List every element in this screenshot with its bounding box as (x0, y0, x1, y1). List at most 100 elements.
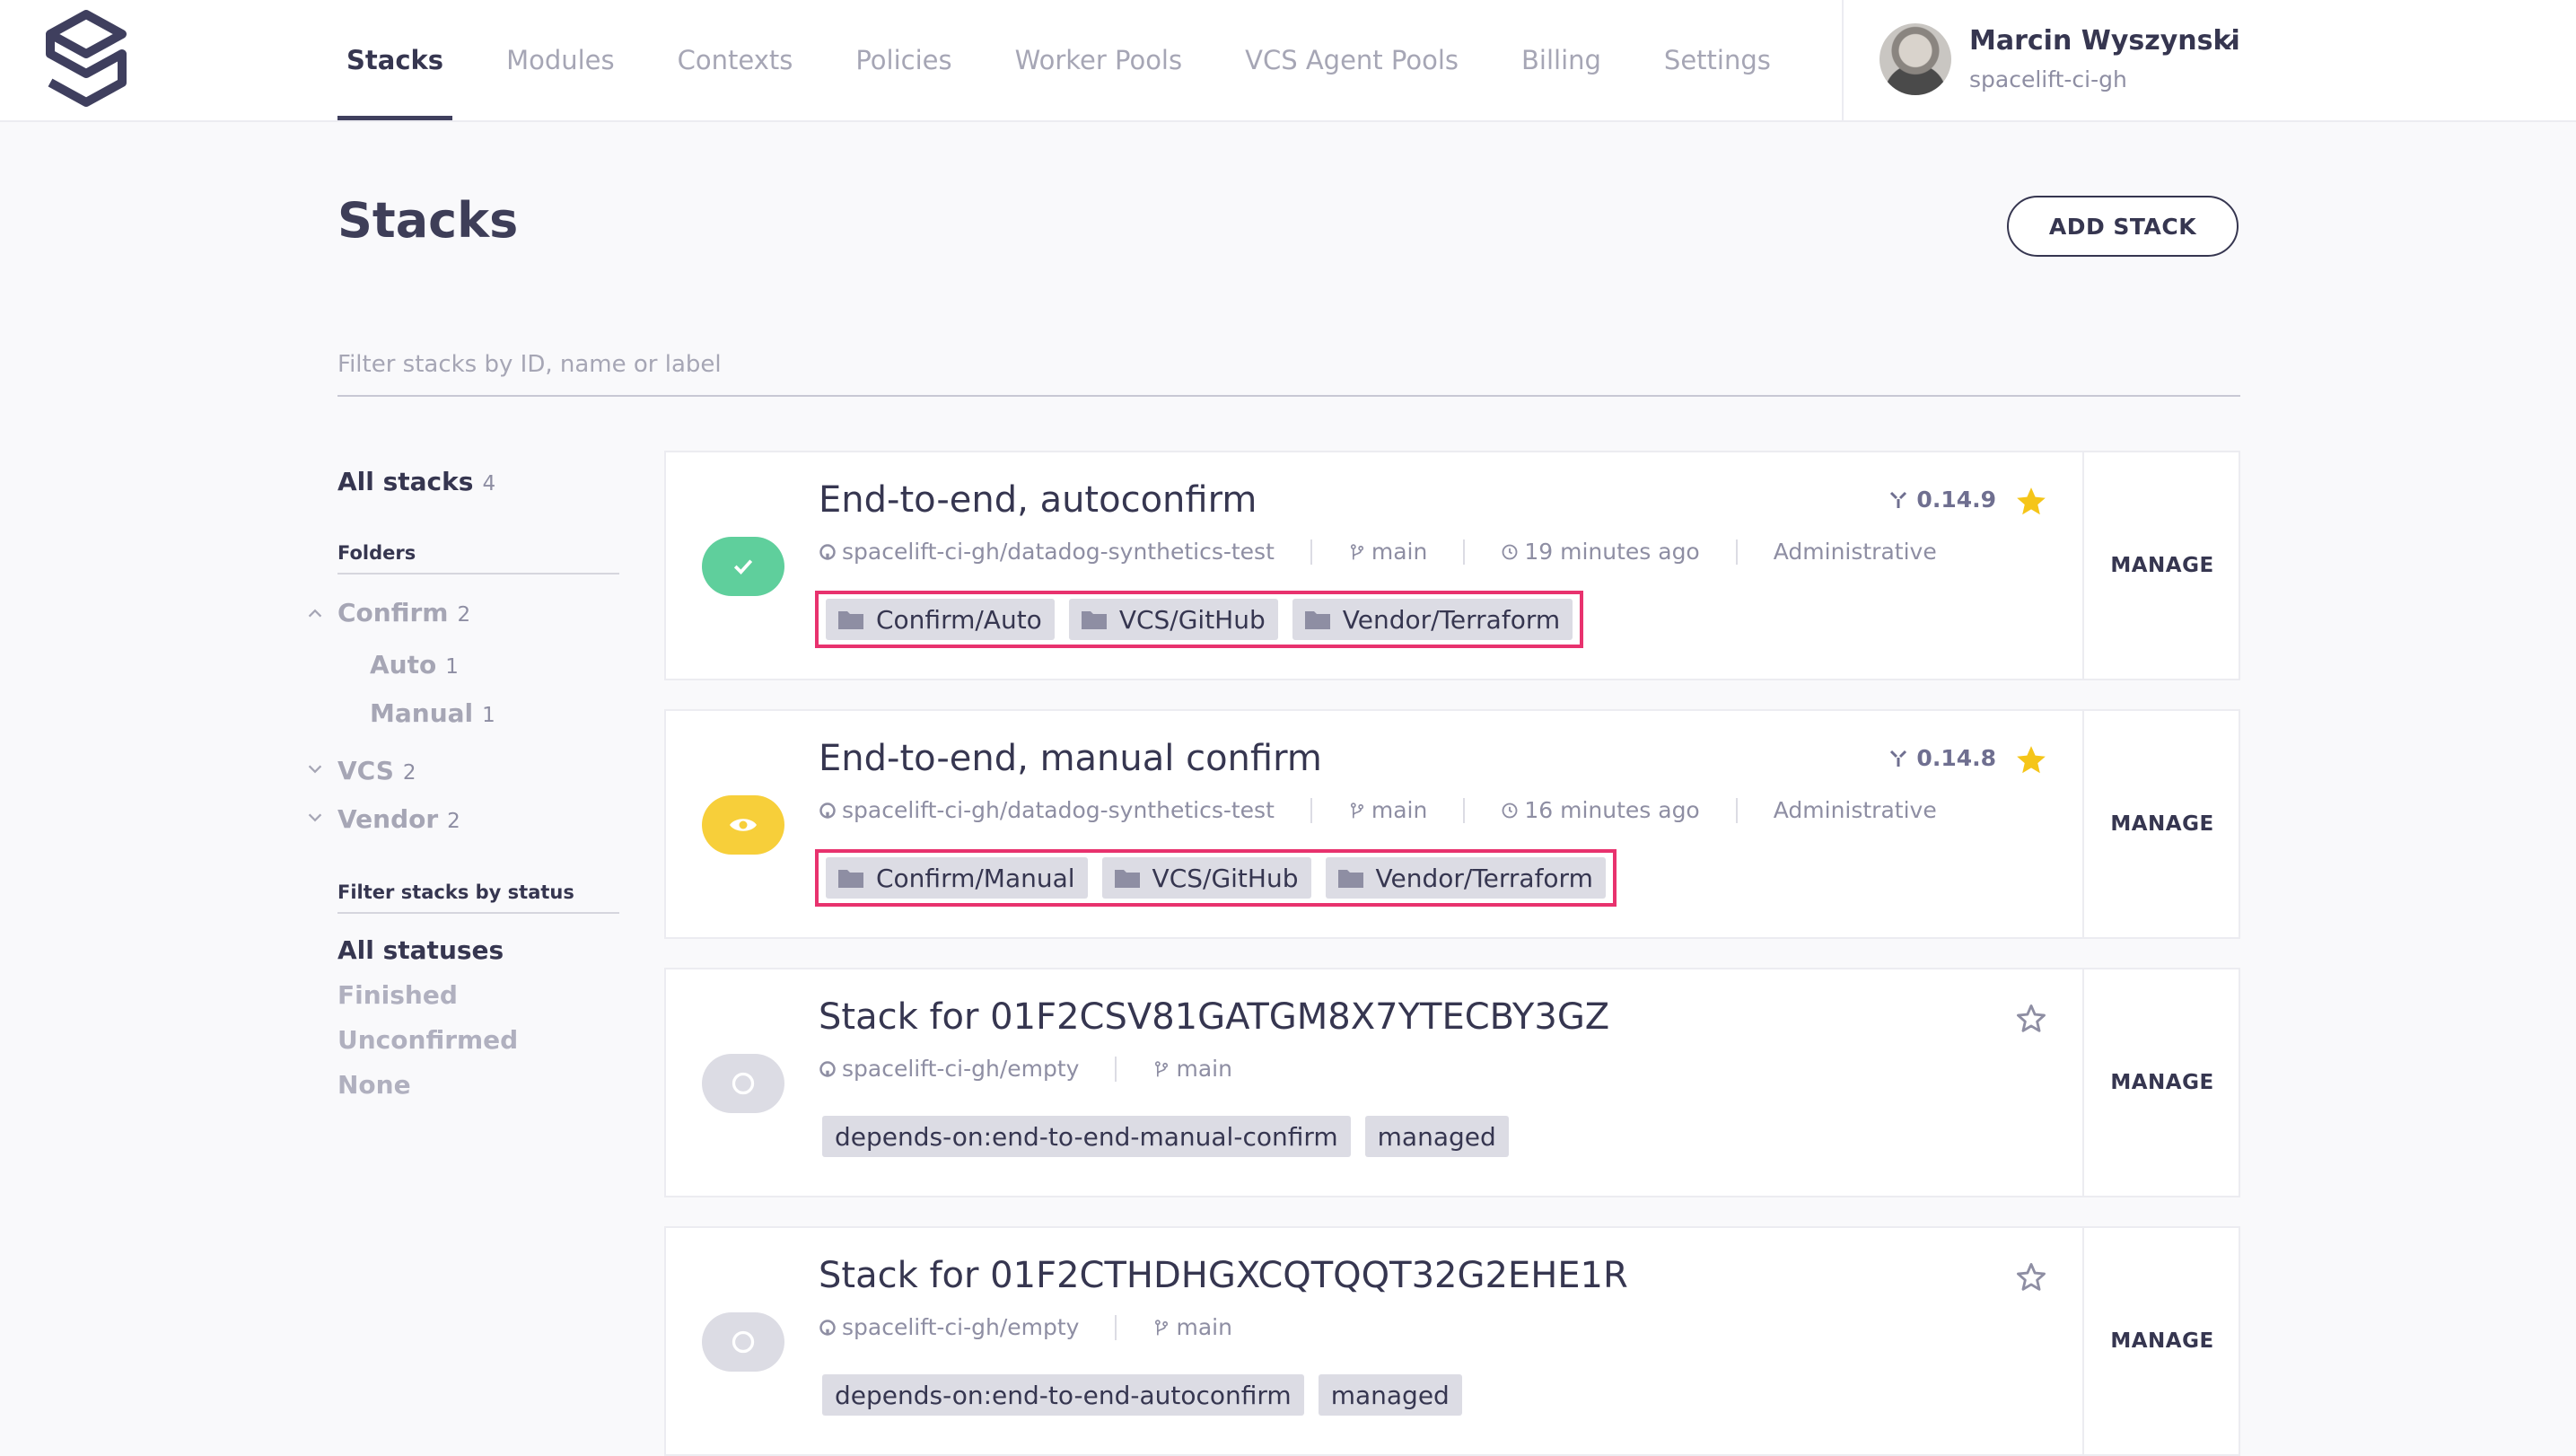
administrative-flag: Administrative (1773, 539, 1937, 565)
manage-button[interactable]: MANAGE (2084, 1228, 2240, 1454)
folder-label-tag[interactable]: Vendor/Terraform (1325, 857, 1606, 899)
terraform-version: 0.14.9 (1888, 487, 1996, 513)
folder-confirm-manual[interactable]: Manual 1 (370, 698, 495, 728)
folder-label: Confirm (337, 598, 449, 627)
folder-confirm[interactable]: Confirm 2 (337, 598, 470, 627)
folder-label-tag[interactable]: Vendor/Terraform (1292, 599, 1573, 640)
manage-button[interactable]: MANAGE (2084, 711, 2240, 937)
nav-stacks[interactable]: Stacks (337, 0, 453, 120)
branch: main (1348, 539, 1427, 565)
spacelift-logo-icon[interactable] (39, 9, 133, 108)
meta-divider (1463, 797, 1466, 823)
stack-name[interactable]: End-to-end, manual confirm (819, 738, 1322, 779)
stack-card[interactable]: Stack for 01F2CTHDHGXCQTQQT32G2EHE1R spa… (664, 1226, 2240, 1456)
folders-heading: Folders (337, 542, 619, 575)
label-tag[interactable]: depends-on:end-to-end-manual-confirm (822, 1116, 1351, 1157)
meta-divider (1310, 539, 1312, 565)
branch-icon (1350, 802, 1363, 818)
folder-label: Vendor (337, 804, 439, 834)
clock-icon (1502, 544, 1518, 559)
circle-icon (732, 1330, 755, 1354)
folder-vendor[interactable]: Vendor 2 (337, 804, 460, 834)
meta-divider (1735, 797, 1738, 823)
stack-name[interactable]: End-to-end, autoconfirm (819, 479, 1257, 521)
label-tag[interactable]: managed (1364, 1116, 1509, 1157)
star-outline-icon[interactable] (2014, 1260, 2048, 1294)
chevron-down-icon[interactable] (2213, 31, 2240, 57)
add-stack-button[interactable]: ADD STACK (2007, 196, 2239, 257)
label-tag[interactable]: managed (1318, 1374, 1462, 1416)
folder-label-tag[interactable]: VCS/GitHub (1101, 857, 1311, 899)
repo-name: spacelift-ci-gh/empty (842, 1314, 1080, 1340)
user-menu[interactable]: Marcin Wyszynski spacelift-ci-gh (1879, 22, 2274, 99)
stack-state-none (702, 1054, 784, 1113)
user-name: Marcin Wyszynski (1969, 25, 2240, 57)
eye-icon (730, 819, 757, 831)
star-icon[interactable] (2014, 485, 2048, 519)
github-icon (819, 1319, 836, 1336)
folder-label-tag[interactable]: Confirm/Auto (826, 599, 1055, 640)
nav-vcs-agent-pools[interactable]: VCS Agent Pools (1236, 0, 1468, 120)
stack-state-finished (702, 537, 784, 596)
filter-stacks-input[interactable] (337, 334, 2240, 397)
all-stacks-filter[interactable]: All stacks 4 (337, 467, 495, 496)
stack-name[interactable]: Stack for 01F2CTHDHGXCQTQQT32G2EHE1R (819, 1255, 1628, 1296)
nav-billing[interactable]: Billing (1512, 0, 1610, 120)
manage-button[interactable]: MANAGE (2084, 452, 2240, 679)
folder-label-tag[interactable]: Confirm/Manual (826, 857, 1088, 899)
repo-name: spacelift-ci-gh/datadog-synthetics-test (842, 797, 1275, 823)
folder-count: 2 (457, 603, 471, 627)
tag-text: Vendor/Terraform (1342, 604, 1561, 635)
repo-link[interactable]: spacelift-ci-gh/empty (819, 1056, 1079, 1082)
folder-icon (1337, 870, 1363, 888)
repo-link[interactable]: spacelift-ci-gh/empty (819, 1314, 1079, 1340)
avatar (1879, 23, 1951, 95)
nav-policies[interactable]: Policies (846, 0, 960, 120)
branch-name: main (1176, 1314, 1232, 1340)
branch-icon (1155, 1060, 1169, 1076)
chevron-up-icon[interactable] (305, 603, 325, 623)
nav-contexts[interactable]: Contexts (669, 0, 802, 120)
repo-link[interactable]: spacelift-ci-gh/datadog-synthetics-test (819, 797, 1275, 823)
repo-link[interactable]: spacelift-ci-gh/datadog-synthetics-test (819, 539, 1275, 565)
stack-meta: spacelift-ci-gh/empty main (819, 1056, 1232, 1082)
meta-divider (1310, 797, 1312, 823)
folder-vcs[interactable]: VCS 2 (337, 756, 416, 785)
nav-modules[interactable]: Modules (497, 0, 624, 120)
circle-icon (732, 1072, 755, 1095)
chevron-down-icon[interactable] (305, 759, 325, 779)
folder-confirm-auto[interactable]: Auto 1 (370, 650, 459, 680)
chevron-down-icon[interactable] (305, 808, 325, 828)
status-finished[interactable]: Finished (337, 980, 458, 1010)
branch-name: main (1176, 1056, 1232, 1082)
folder-label: Auto (370, 650, 437, 680)
folder-count: 1 (445, 655, 459, 679)
folder-icon (1114, 870, 1140, 888)
administrative-flag: Administrative (1773, 797, 1937, 823)
stack-card[interactable]: End-to-end, manual confirm 0.14.8 spacel… (664, 709, 2240, 939)
status-unconfirmed[interactable]: Unconfirmed (337, 1025, 518, 1055)
star-icon[interactable] (2014, 743, 2048, 777)
folder-count: 1 (482, 704, 495, 727)
stack-meta: spacelift-ci-gh/empty main (819, 1314, 1232, 1340)
updated-time: 19 minutes ago (1501, 539, 1700, 565)
terraform-icon (1890, 750, 1907, 767)
star-outline-icon[interactable] (2014, 1002, 2048, 1036)
manage-button[interactable]: MANAGE (2084, 969, 2240, 1196)
branch-name: main (1371, 797, 1428, 823)
stack-meta: spacelift-ci-gh/datadog-synthetics-test … (819, 797, 1937, 823)
label-tag[interactable]: depends-on:end-to-end-autoconfirm (822, 1374, 1304, 1416)
time-text: 19 minutes ago (1524, 539, 1700, 565)
stack-name[interactable]: Stack for 01F2CSV81GATGM8X7YTECBY3GZ (819, 996, 1609, 1038)
folder-count: 2 (447, 810, 460, 833)
folder-label-tag[interactable]: VCS/GitHub (1068, 599, 1278, 640)
status-all[interactable]: All statuses (337, 935, 504, 965)
status-none[interactable]: None (337, 1070, 411, 1100)
stack-card[interactable]: Stack for 01F2CSV81GATGM8X7YTECBY3GZ spa… (664, 968, 2240, 1197)
nav-settings[interactable]: Settings (1655, 0, 1780, 120)
tag-text: Vendor/Terraform (1375, 863, 1593, 893)
header-divider (1842, 0, 1844, 120)
nav-worker-pools[interactable]: Worker Pools (1006, 0, 1192, 120)
stack-card[interactable]: End-to-end, autoconfirm 0.14.9 spacelift… (664, 451, 2240, 680)
branch-icon (1155, 1319, 1169, 1335)
